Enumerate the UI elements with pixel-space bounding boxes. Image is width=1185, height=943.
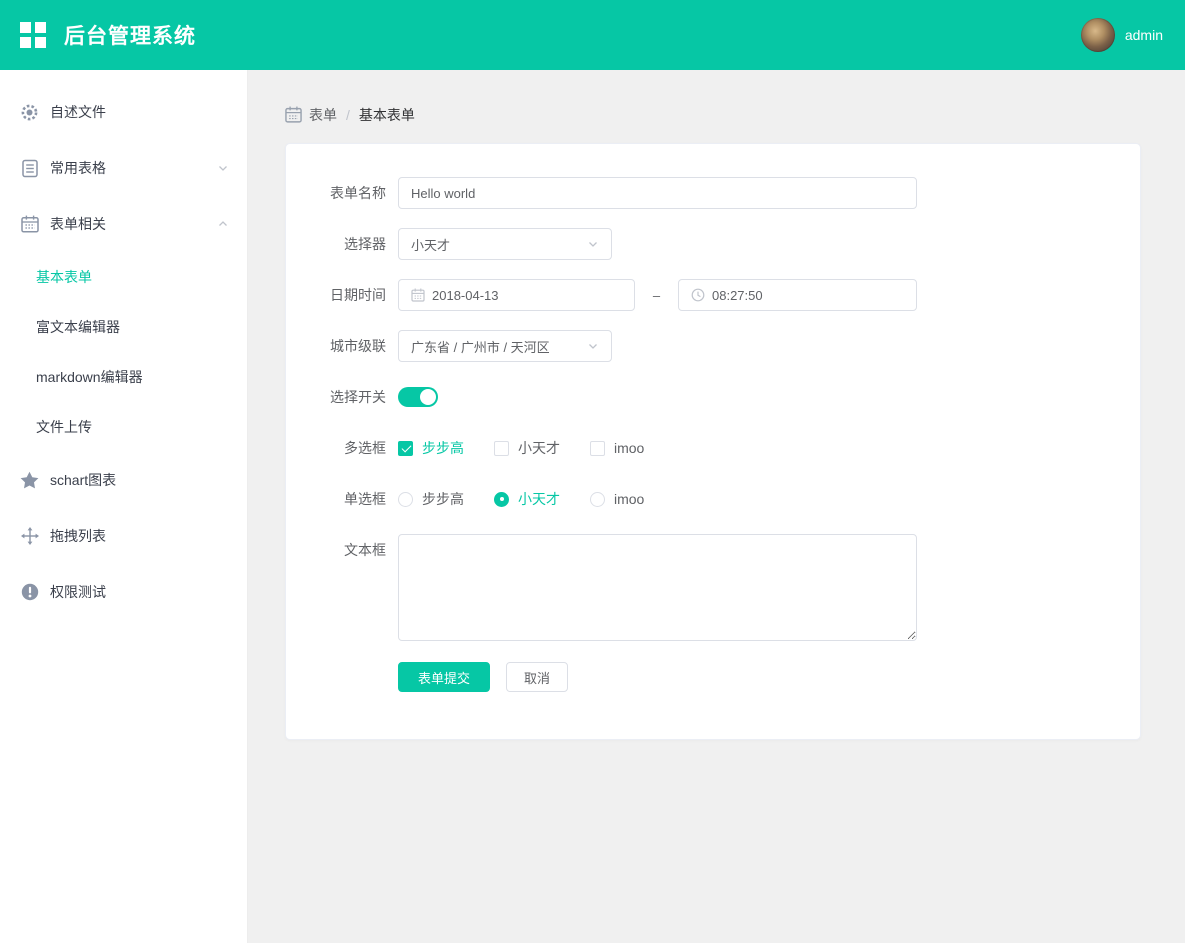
field-label: 多选框 bbox=[298, 432, 386, 464]
date-value: 2018-04-13 bbox=[432, 288, 499, 303]
sidebar-item-label: 拖拽列表 bbox=[50, 526, 106, 546]
sidebar-item-label: 自述文件 bbox=[50, 102, 106, 122]
sidebar-item-label: 表单相关 bbox=[50, 214, 106, 234]
sidebar-item-schart[interactable]: schart图表 bbox=[0, 452, 247, 508]
avatar[interactable] bbox=[1081, 18, 1115, 52]
breadcrumb-current: 基本表单 bbox=[359, 105, 415, 125]
checkbox-option[interactable]: imoo bbox=[590, 440, 644, 456]
range-separator: – bbox=[635, 288, 678, 303]
breadcrumb: 表单 / 基本表单 bbox=[285, 106, 1141, 123]
cascader-row: 城市级联 广东省 / 广州市 / 天河区 bbox=[298, 330, 1120, 362]
checkbox-checked-icon bbox=[398, 441, 413, 456]
time-input[interactable]: 08:27:50 bbox=[678, 279, 917, 311]
radio-row: 单选框 步步高 小天才 imoo bbox=[298, 483, 1120, 515]
radio-option[interactable]: imoo bbox=[590, 491, 644, 507]
radio-option[interactable]: 小天才 bbox=[494, 489, 560, 509]
sidebar-item-tables[interactable]: 常用表格 bbox=[0, 140, 247, 196]
username: admin bbox=[1125, 27, 1163, 43]
radio-unchecked-icon bbox=[398, 492, 413, 507]
form-name-row: 表单名称 bbox=[298, 177, 1120, 209]
app-header: 后台管理系统 admin bbox=[0, 0, 1185, 70]
field-label: 表单名称 bbox=[298, 177, 386, 209]
sidebar-item-readme[interactable]: 自述文件 bbox=[0, 84, 247, 140]
cascader-value: 广东省 / 广州市 / 天河区 bbox=[411, 337, 550, 356]
checkbox-unchecked-icon bbox=[590, 441, 605, 456]
checkbox-option[interactable]: 小天才 bbox=[494, 438, 560, 458]
checkbox-option[interactable]: 步步高 bbox=[398, 438, 464, 458]
sidebar-item-label: 权限测试 bbox=[50, 582, 106, 602]
apps-grid-icon[interactable] bbox=[20, 22, 46, 48]
sidebar-item-label: schart图表 bbox=[50, 470, 116, 490]
field-label: 单选框 bbox=[298, 483, 386, 515]
chevron-up-icon bbox=[217, 218, 229, 230]
field-label: 选择开关 bbox=[298, 381, 386, 413]
datetime-row: 日期时间 2018-04-13 – 08:27:50 bbox=[298, 279, 1120, 311]
breadcrumb-separator: / bbox=[346, 107, 350, 123]
sidebar-subitem-basic-form[interactable]: 基本表单 bbox=[0, 252, 247, 302]
form-card: 表单名称 选择器 小天才 日期时间 bbox=[285, 143, 1141, 740]
sidebar: 自述文件 常用表格 表单相关 基本表单 富文本编辑器 markdown编辑器 bbox=[0, 70, 248, 943]
sidebar-subitem-rich-editor[interactable]: 富文本编辑器 bbox=[0, 302, 247, 352]
radio-checked-icon bbox=[494, 492, 509, 507]
selector-row: 选择器 小天才 bbox=[298, 228, 1120, 260]
form-actions: 表单提交 取消 bbox=[398, 662, 1120, 692]
sidebar-item-forms[interactable]: 表单相关 bbox=[0, 196, 247, 252]
chevron-down-icon bbox=[217, 162, 229, 174]
radio-unchecked-icon bbox=[590, 492, 605, 507]
calendar-icon bbox=[411, 288, 425, 302]
sidebar-subitem-file-upload[interactable]: 文件上传 bbox=[0, 402, 247, 452]
field-label: 城市级联 bbox=[298, 330, 386, 362]
field-label: 日期时间 bbox=[298, 279, 386, 311]
chevron-down-icon bbox=[587, 340, 599, 352]
submit-button[interactable]: 表单提交 bbox=[398, 662, 490, 692]
clock-icon bbox=[691, 288, 705, 302]
cancel-button[interactable]: 取消 bbox=[506, 662, 568, 692]
chevron-down-icon bbox=[587, 238, 599, 250]
app-title: 后台管理系统 bbox=[64, 20, 196, 50]
textarea-row: 文本框 bbox=[298, 534, 1120, 641]
breadcrumb-root[interactable]: 表单 bbox=[309, 105, 337, 125]
switch-row: 选择开关 bbox=[298, 381, 1120, 413]
warning-icon bbox=[20, 583, 39, 602]
checkbox-row: 多选框 步步高 小天才 imoo bbox=[298, 432, 1120, 464]
sidebar-item-permission-test[interactable]: 权限测试 bbox=[0, 564, 247, 620]
textarea-input[interactable] bbox=[398, 534, 917, 641]
sidebar-subitem-markdown-editor[interactable]: markdown编辑器 bbox=[0, 352, 247, 402]
date-input[interactable]: 2018-04-13 bbox=[398, 279, 635, 311]
forms-submenu: 基本表单 富文本编辑器 markdown编辑器 文件上传 bbox=[0, 252, 247, 452]
time-value: 08:27:50 bbox=[712, 288, 763, 303]
cascader-dropdown[interactable]: 广东省 / 广州市 / 天河区 bbox=[398, 330, 612, 362]
move-icon bbox=[20, 527, 39, 546]
radio-option[interactable]: 步步高 bbox=[398, 489, 464, 509]
star-icon bbox=[20, 471, 39, 490]
form-icon bbox=[285, 106, 302, 123]
selector-value: 小天才 bbox=[411, 235, 450, 254]
switch-toggle[interactable] bbox=[398, 387, 438, 407]
field-label: 文本框 bbox=[298, 534, 386, 566]
document-icon bbox=[20, 159, 39, 178]
user-menu[interactable]: admin bbox=[1081, 18, 1163, 52]
selector-dropdown[interactable]: 小天才 bbox=[398, 228, 612, 260]
checkbox-unchecked-icon bbox=[494, 441, 509, 456]
sidebar-item-label: 常用表格 bbox=[50, 158, 106, 178]
form-name-input[interactable] bbox=[398, 177, 917, 209]
gear-icon bbox=[20, 103, 39, 122]
calendar-icon bbox=[20, 215, 39, 234]
main-content: 表单 / 基本表单 表单名称 选择器 小天才 bbox=[248, 70, 1185, 943]
field-label: 选择器 bbox=[298, 228, 386, 260]
sidebar-item-drag-list[interactable]: 拖拽列表 bbox=[0, 508, 247, 564]
